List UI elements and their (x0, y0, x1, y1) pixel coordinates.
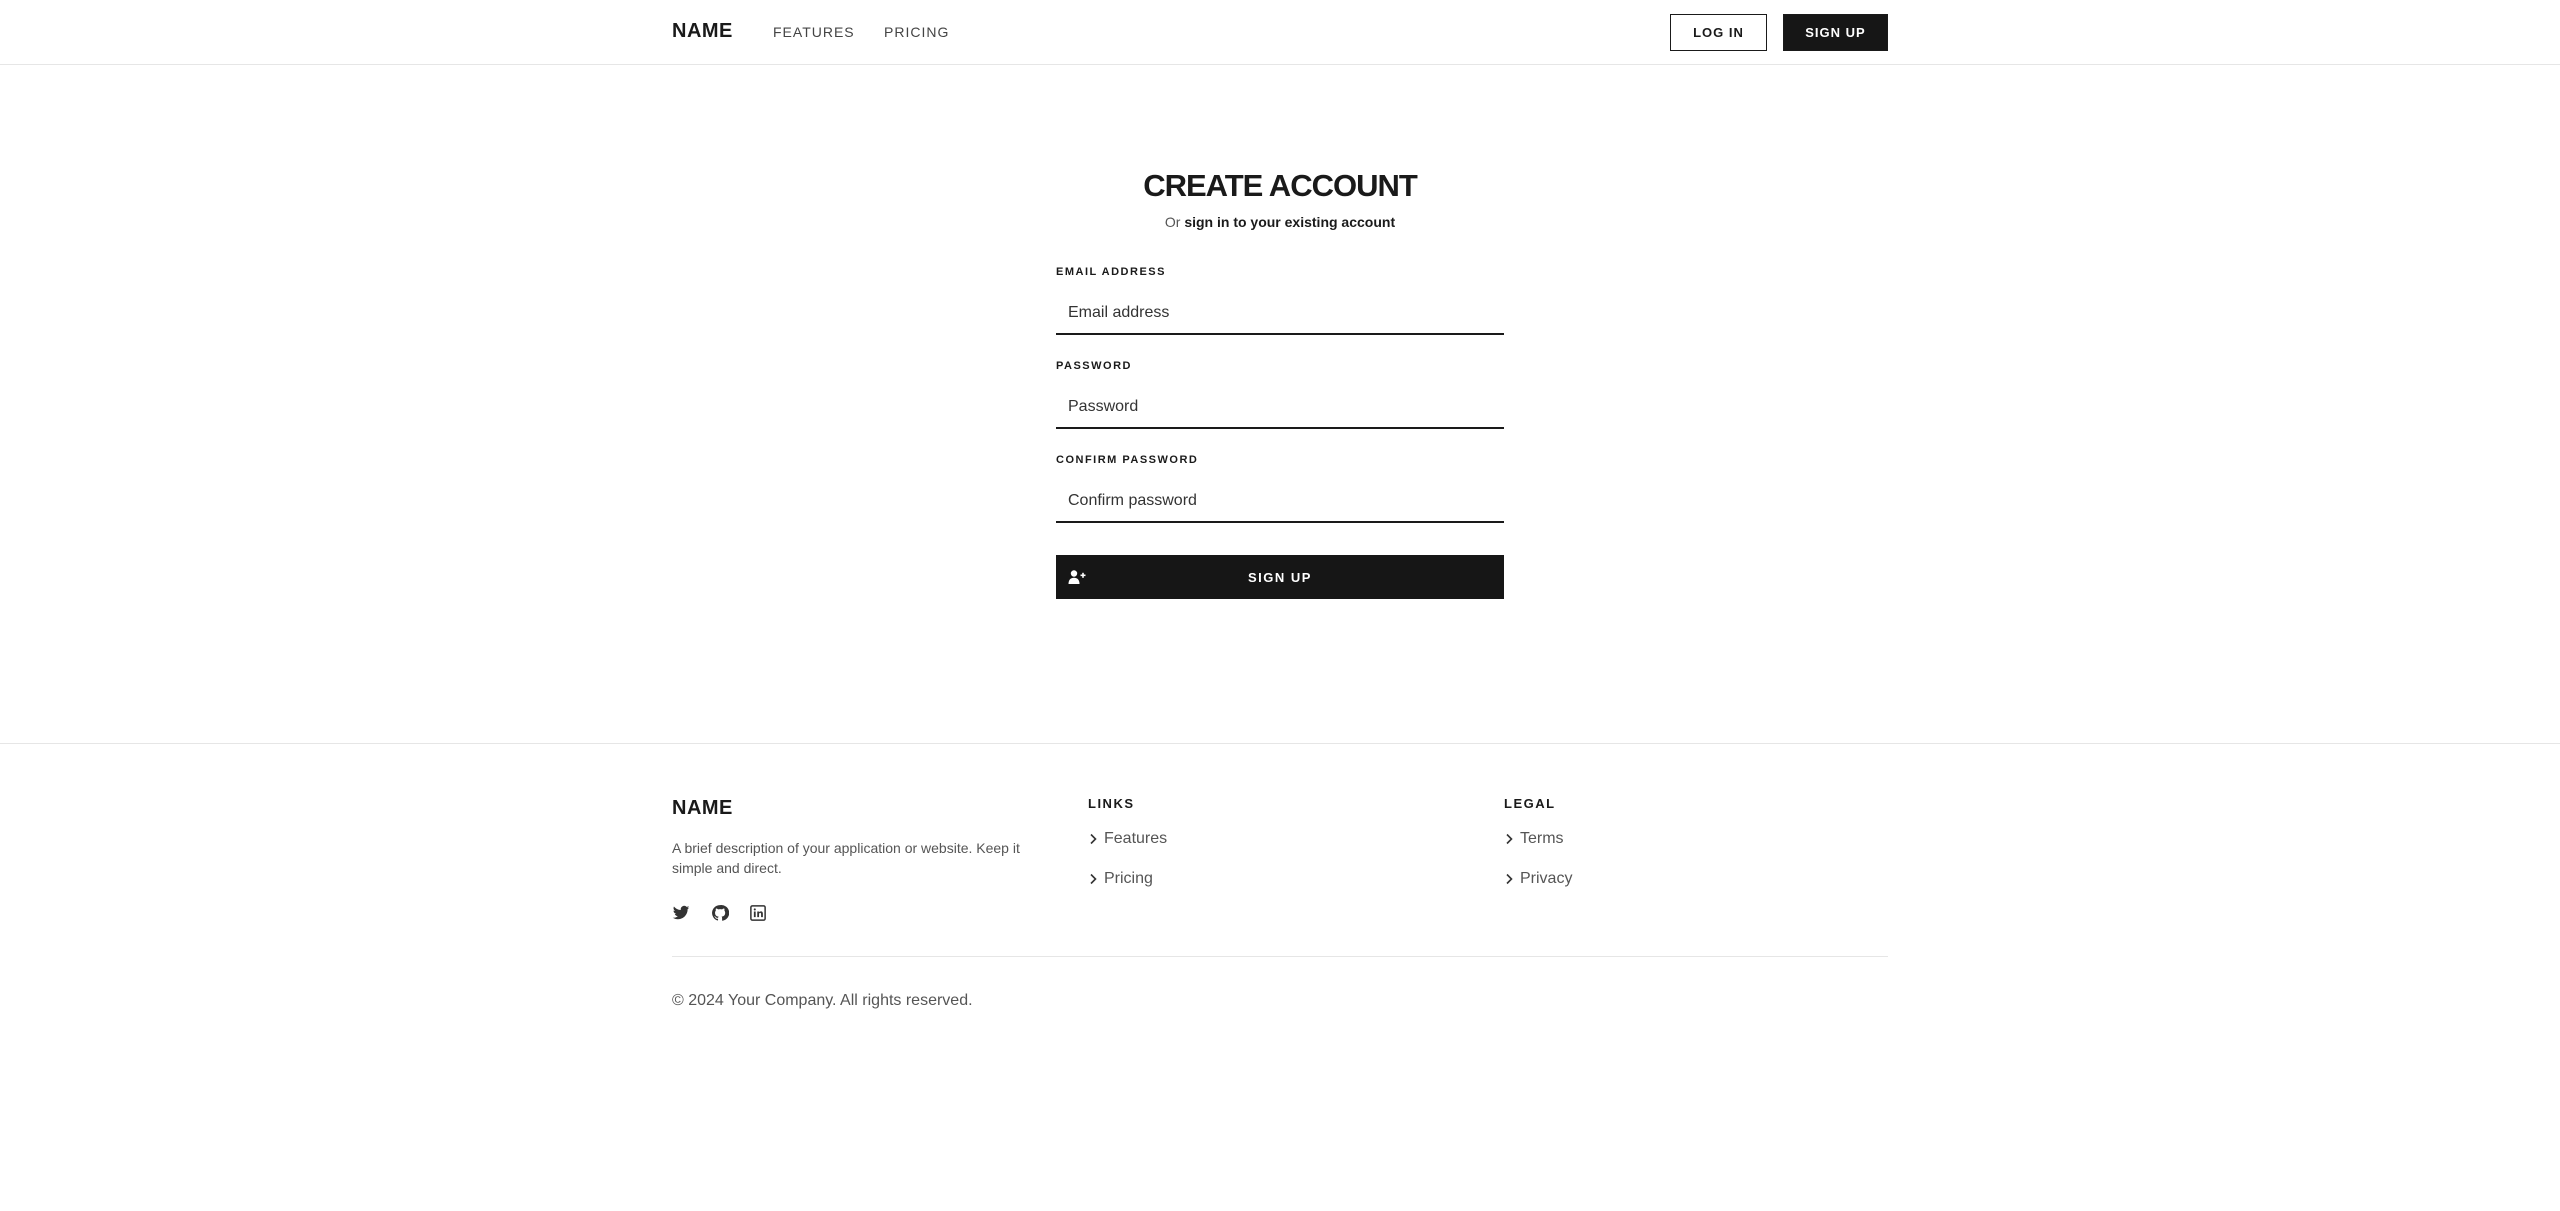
signup-submit-label: SIGN UP (1248, 569, 1312, 585)
footer-link-pricing-label: Pricing (1104, 870, 1153, 887)
password-field[interactable] (1056, 387, 1504, 429)
chevron-right-icon (1090, 833, 1097, 845)
nav-link-pricing[interactable]: PRICING (884, 24, 949, 40)
login-button[interactable]: LOG IN (1670, 14, 1767, 51)
footer-link-features[interactable]: Features (1088, 830, 1167, 848)
user-plus-icon (1068, 570, 1086, 584)
footer-link-privacy[interactable]: Privacy (1504, 870, 1572, 888)
footer-links-heading: LINKS (1088, 796, 1135, 811)
signin-prefix: Or (1164, 214, 1181, 230)
footer-description: A brief description of your application … (672, 840, 1020, 876)
footer-divider (672, 956, 1888, 957)
signup-nav-button[interactable]: SIGN UP (1783, 14, 1888, 51)
top-navbar: NAME FEATURES PRICING LOG IN SIGN UP (0, 0, 2560, 65)
chevron-right-icon (1506, 873, 1513, 885)
footer-brand-logo[interactable]: NAME (672, 797, 733, 820)
confirm-password-field[interactable] (1056, 481, 1504, 523)
chevron-right-icon (1506, 833, 1513, 845)
twitter-icon[interactable] (672, 904, 690, 922)
footer-link-pricing[interactable]: Pricing (1088, 870, 1153, 888)
password-label: PASSWORD (1056, 360, 1132, 372)
site-footer: NAME A brief description of your applica… (0, 743, 2560, 1211)
chevron-right-icon (1090, 873, 1097, 885)
signup-submit-button[interactable]: SIGN UP (1056, 555, 1504, 599)
footer-link-terms-label: Terms (1520, 830, 1564, 847)
page-title: CREATE ACCOUNT (1143, 168, 1418, 203)
footer-legal-heading: LEGAL (1504, 796, 1556, 811)
github-icon[interactable] (711, 904, 729, 922)
copyright-text: © 2024 Your Company. All rights reserved… (672, 992, 973, 1009)
email-field[interactable] (1056, 293, 1504, 335)
signin-link[interactable]: sign in to your existing account (1184, 214, 1395, 230)
confirm-password-label: CONFIRM PASSWORD (1056, 454, 1199, 466)
email-label: EMAIL ADDRESS (1056, 266, 1166, 278)
nav-link-features[interactable]: FEATURES (773, 24, 855, 40)
signin-prompt: Or sign in to your existing account (0, 214, 2560, 230)
linkedin-icon[interactable] (749, 904, 767, 922)
footer-link-privacy-label: Privacy (1520, 870, 1573, 887)
footer-link-features-label: Features (1104, 830, 1168, 847)
brand-logo[interactable]: NAME (672, 20, 733, 43)
footer-link-terms[interactable]: Terms (1504, 830, 1564, 848)
